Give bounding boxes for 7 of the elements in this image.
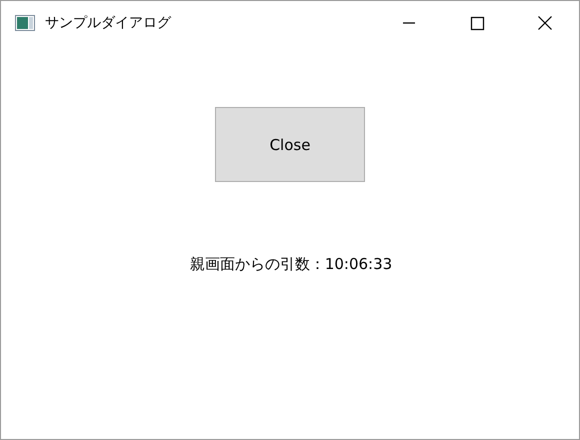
- maximize-icon: [469, 15, 485, 31]
- window-title: サンプルダイアログ: [45, 14, 172, 32]
- window-icon: [15, 15, 35, 31]
- argument-label: 親画面からの引数：10:06:33: [190, 255, 392, 274]
- close-icon: [537, 15, 553, 31]
- minimize-icon: [403, 22, 415, 24]
- close-dialog-button[interactable]: Close: [215, 107, 365, 182]
